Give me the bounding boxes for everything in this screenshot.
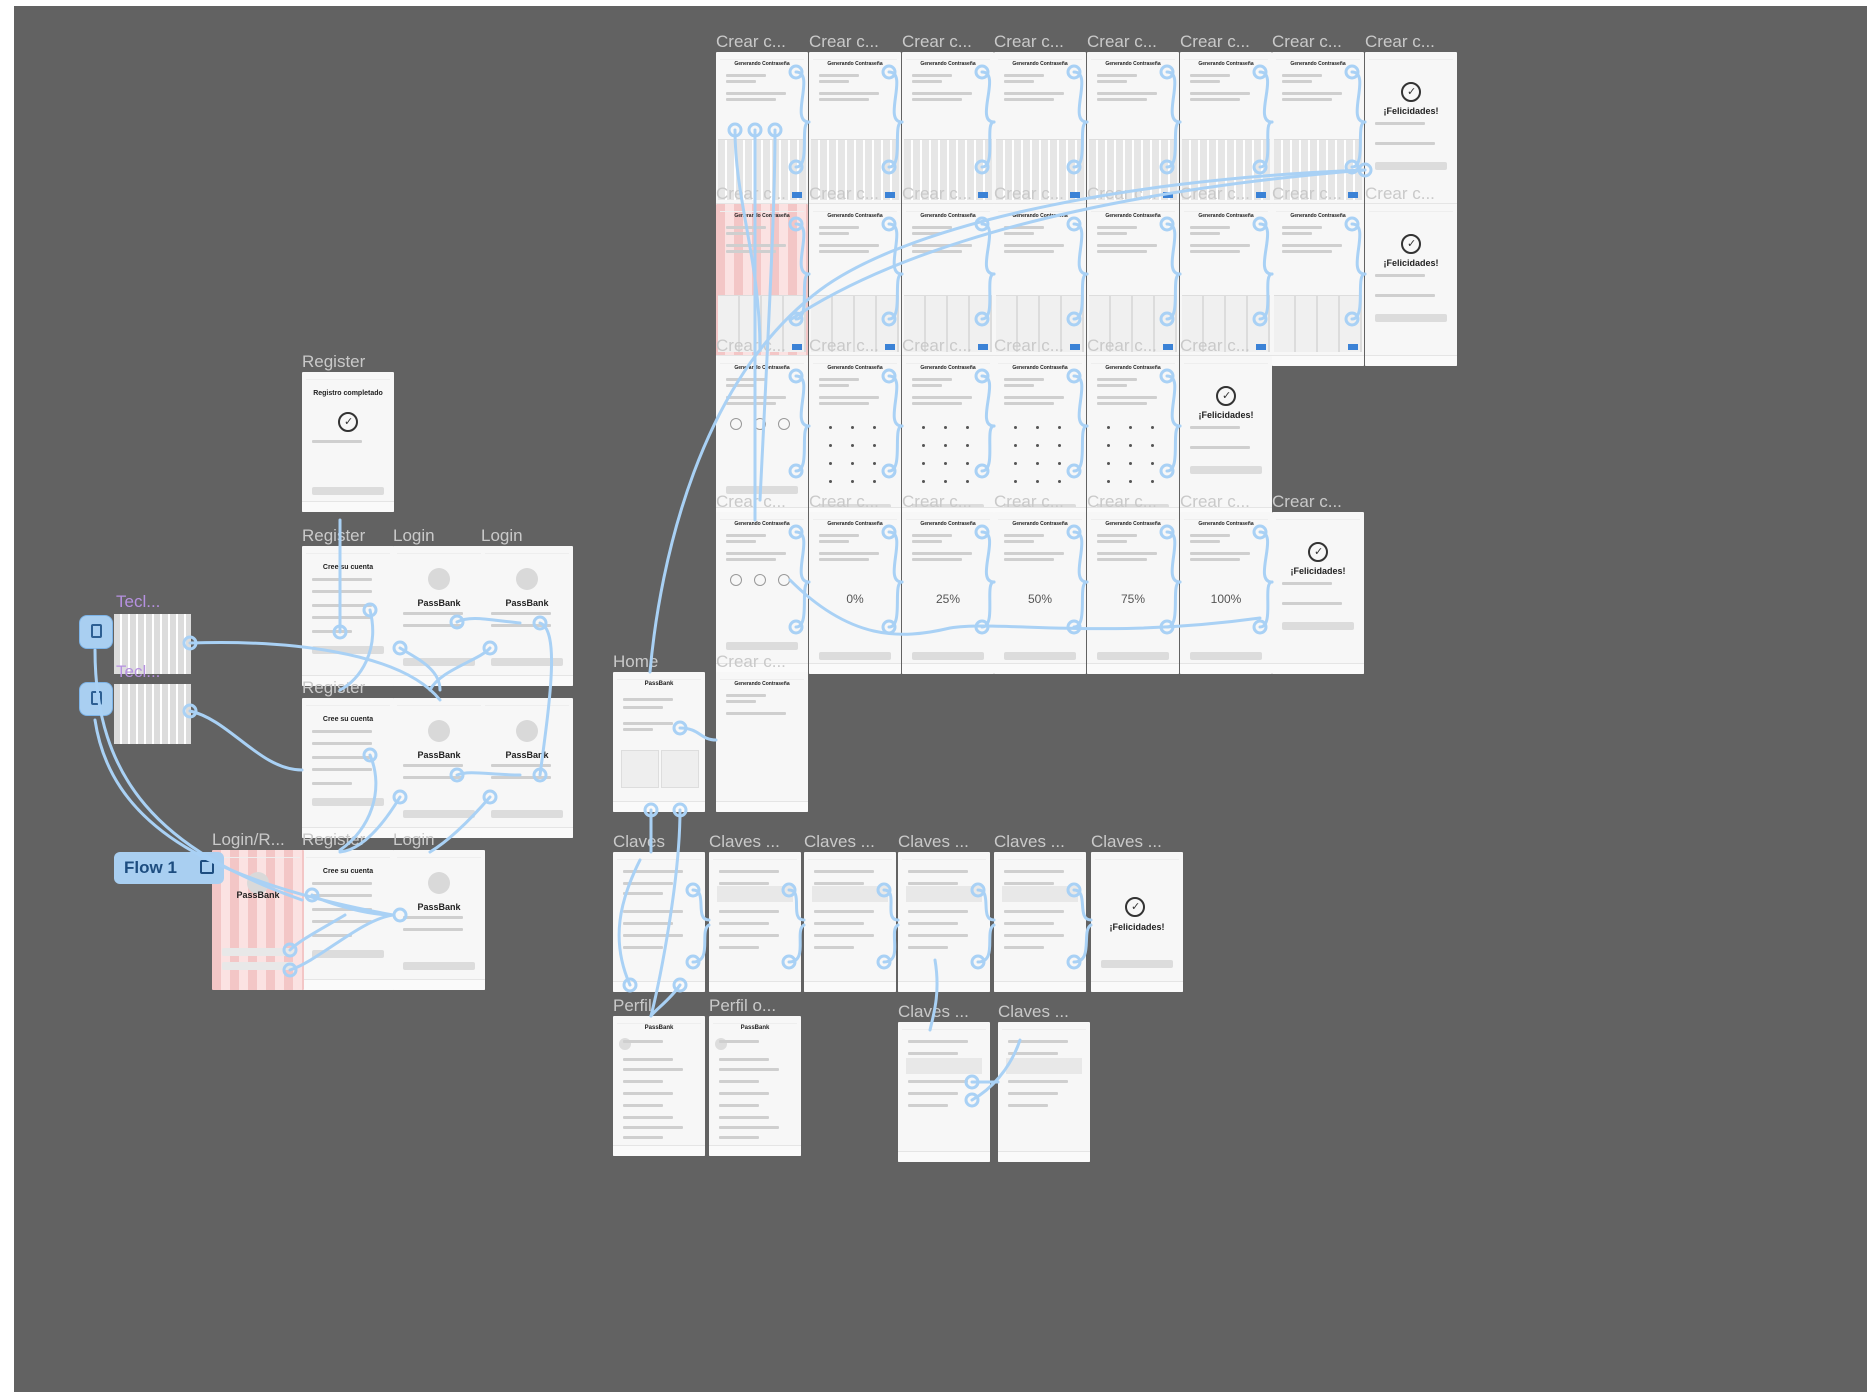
next-step-wire [887,374,904,428]
login-wire [455,771,522,777]
home-link-wire [788,168,1367,322]
next-step-wire [794,374,811,428]
next-step-wire [980,374,996,428]
next-step-wire [1072,374,1089,428]
next-step-wire [1165,222,1182,276]
progress-back-wire [788,578,1262,636]
next-step-wire [1165,374,1182,428]
next-step-wire [1072,70,1089,124]
vertical-wire [758,128,777,502]
prototype-connections [93,64,1373,1108]
component-wire [93,718,395,917]
next-step-wire [1258,530,1274,584]
home-to-perfil-wire [649,808,682,1018]
next-step-wire [1165,70,1182,124]
claves-down-wire [928,958,939,1032]
next-step-wire [794,530,811,584]
home-link-wire [648,168,1367,674]
next-step-wire [980,70,996,124]
next-step-wire [794,70,811,124]
next-step-wire [1072,530,1089,584]
next-step-wire [794,222,811,276]
next-step-wire [1258,70,1274,124]
component-wire [93,648,304,902]
claves-back-wire [617,858,642,987]
next-step-wire [1258,222,1274,276]
next-step-wire [1350,222,1367,276]
claves-up-wire [970,1038,1022,1102]
next-step-wire [887,70,904,124]
login-register-wire [288,913,395,972]
login-wire [428,795,492,854]
login-wire [455,616,522,625]
next-step-wire [1165,530,1182,584]
register-wire [338,608,375,692]
wire-handle[interactable] [392,907,408,923]
next-step-wire [980,530,996,584]
next-step-wire [887,530,904,584]
component-wire [188,709,304,772]
login-wire [538,621,553,777]
next-step-wire [1350,70,1367,124]
next-step-wire [1072,222,1089,276]
